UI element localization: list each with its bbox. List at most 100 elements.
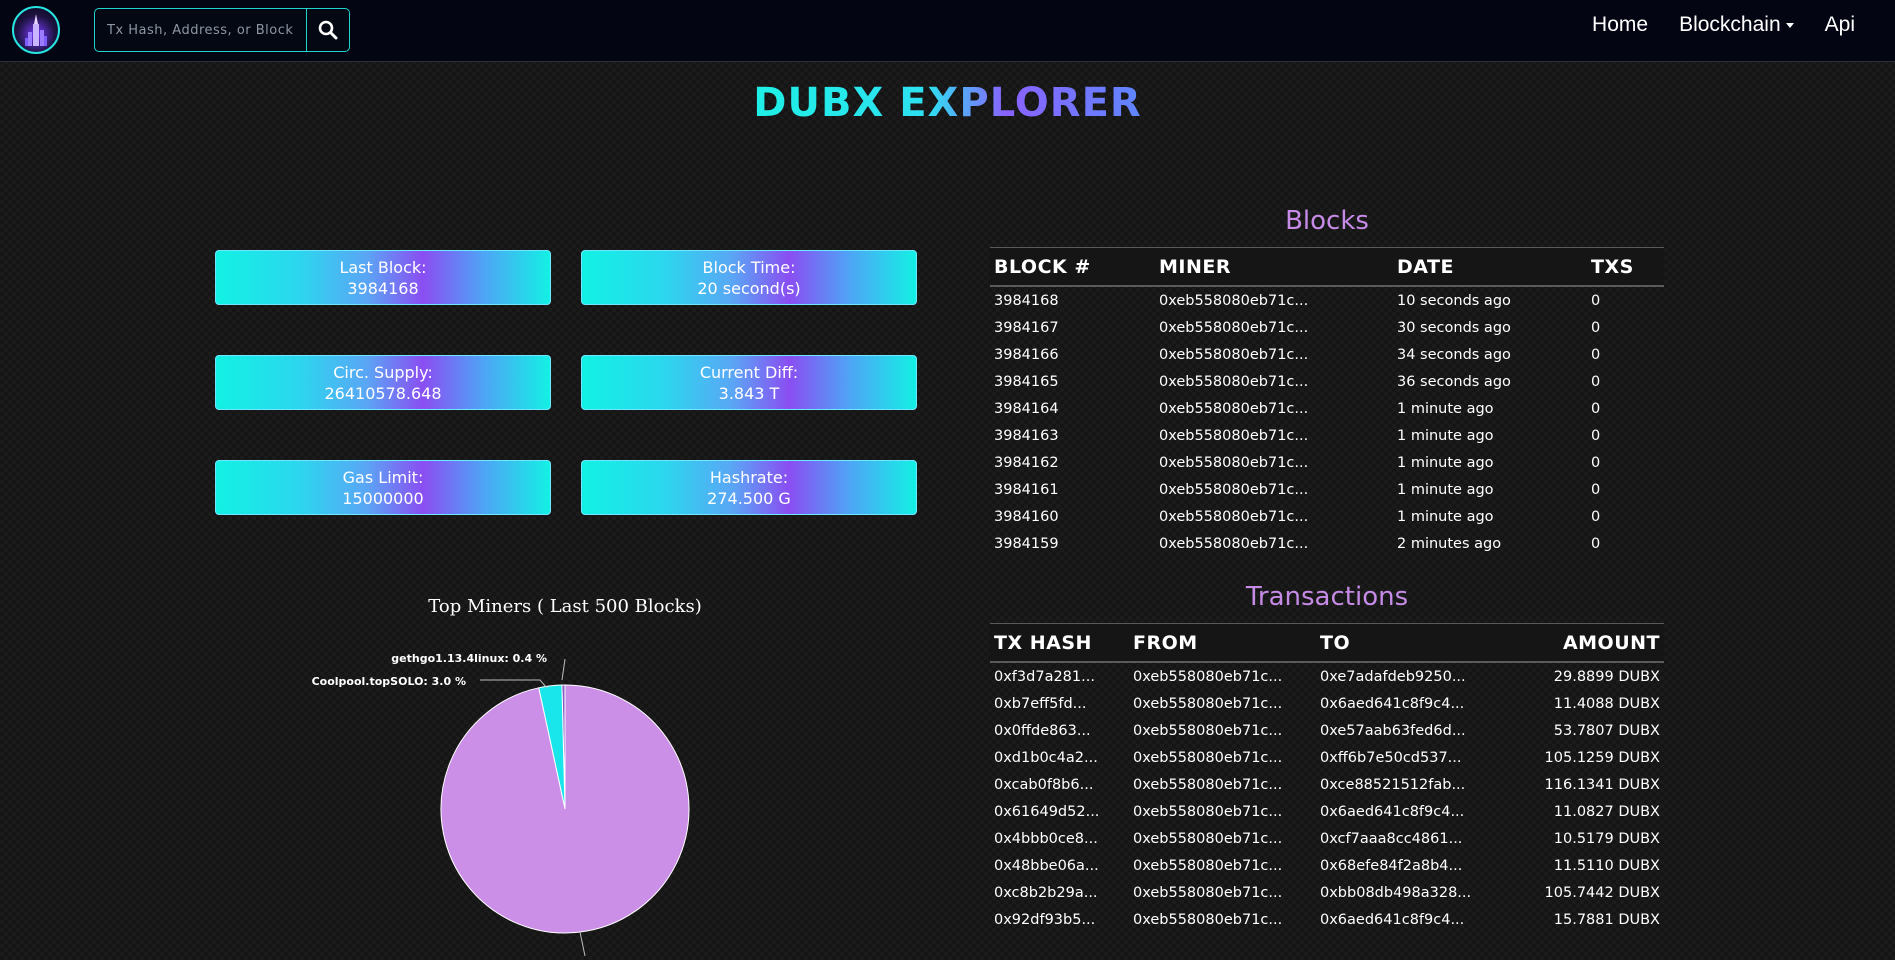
tx-hash-link[interactable]: 0x61649d52... (990, 798, 1129, 825)
block-number-link[interactable]: 3984163 (990, 422, 1155, 449)
col-header-from: FROM (1129, 623, 1316, 663)
page-title: DUBX EXPLORER (0, 80, 1895, 126)
block-txs: 0 (1591, 535, 1601, 552)
tx-from: 0xeb558080eb71c... (1133, 695, 1283, 712)
block-number-link[interactable]: 3984164 (990, 395, 1155, 422)
tx-to: 0xce88521512fab... (1320, 776, 1466, 793)
search-input[interactable] (95, 9, 306, 51)
tx-hash-link[interactable]: 0x4bbb0ce8... (990, 825, 1129, 852)
tx-hash-link[interactable]: 0x92df93b5... (990, 906, 1129, 933)
col-header-block: BLOCK # (990, 247, 1155, 287)
col-header-amount: AMOUNT (1516, 623, 1664, 663)
tx-hash-link[interactable]: 0x0ffde863... (990, 717, 1129, 744)
tx-hash-link[interactable]: 0xcab0f8b6... (990, 771, 1129, 798)
tx-from: 0xeb558080eb71c... (1133, 911, 1283, 928)
block-row: 3984167 0xeb558080eb71c... 30 seconds ago 0 (990, 314, 1664, 341)
pie-leader-line (579, 931, 586, 957)
stat-label: Gas Limit: (342, 468, 424, 487)
col-header-tx-hash: TX HASH (990, 623, 1129, 663)
block-number-link[interactable]: 3984166 (990, 341, 1155, 368)
blocks-title: Blocks (1285, 206, 1369, 236)
col-header-miner: MINER (1155, 247, 1393, 287)
tx-to: 0xe57aab63fed6d... (1320, 722, 1466, 739)
block-miner: 0xeb558080eb71c... (1159, 454, 1309, 471)
stat-label: Block Time: (702, 258, 796, 277)
block-number-link[interactable]: 3984165 (990, 368, 1155, 395)
transaction-row: 0x0ffde863... 0xeb558080eb71c... 0xe57aab6… (990, 717, 1664, 744)
nav-home[interactable]: Home (1592, 13, 1648, 37)
block-row: 3984163 0xeb558080eb71c... 1 minute ago 0 (990, 422, 1664, 449)
tx-to: 0xbb08db498a328... (1320, 884, 1472, 901)
block-row: 3984161 0xeb558080eb71c... 1 minute ago 0 (990, 476, 1664, 503)
nav-api[interactable]: Api (1825, 13, 1855, 37)
block-txs: 0 (1591, 454, 1601, 471)
block-row: 3984166 0xeb558080eb71c... 34 seconds ago 0 (990, 341, 1664, 368)
block-row: 3984162 0xeb558080eb71c... 1 minute ago 0 (990, 449, 1664, 476)
stat-value: 3.843 T (718, 384, 780, 403)
blocks-table: BLOCK # MINER DATE TXS 3984168 0xeb558080… (990, 247, 1664, 557)
tx-hash-link[interactable]: 0xb7eff5fd... (990, 690, 1129, 717)
tower-logo-icon (25, 14, 47, 46)
tx-from: 0xeb558080eb71c... (1133, 884, 1283, 901)
transactions-title: Transactions (1245, 582, 1409, 612)
tx-hash-link[interactable]: 0xf3d7a281... (990, 662, 1129, 690)
stat-label: Last Block: (339, 258, 427, 277)
block-date: 2 minutes ago (1397, 535, 1502, 552)
block-miner: 0xeb558080eb71c... (1159, 346, 1309, 363)
stat-card-hashrate: Hashrate: 274.500 G (581, 460, 917, 515)
block-row: 3984159 0xeb558080eb71c... 2 minutes ago 0 (990, 530, 1664, 557)
tx-hash-link[interactable]: 0xd1b0c4a2... (990, 744, 1129, 771)
block-number-link[interactable]: 3984168 (990, 286, 1155, 314)
tx-amount: 11.5110 DUBX (1553, 857, 1660, 874)
tx-amount: 11.0827 DUBX (1553, 803, 1660, 820)
block-date: 1 minute ago (1397, 454, 1494, 471)
block-txs: 0 (1591, 292, 1601, 309)
nav-blockchain-dropdown[interactable]: Blockchain (1679, 13, 1794, 37)
tx-from: 0xeb558080eb71c... (1133, 803, 1283, 820)
transaction-row: 0xc8b2b29a... 0xeb558080eb71c... 0xbb08db4… (990, 879, 1664, 906)
block-number-link[interactable]: 3984167 (990, 314, 1155, 341)
block-number-link[interactable]: 3984160 (990, 503, 1155, 530)
tx-amount: 116.1341 DUBX (1544, 776, 1660, 793)
tx-hash-link[interactable]: 0xc8b2b29a... (990, 879, 1129, 906)
tx-from: 0xeb558080eb71c... (1133, 830, 1283, 847)
page-title-text: DUBX EXPLORER (753, 80, 1142, 126)
block-miner: 0xeb558080eb71c... (1159, 508, 1309, 525)
transaction-row: 0x4bbb0ce8... 0xeb558080eb71c... 0xcf7aaa8… (990, 825, 1664, 852)
block-date: 30 seconds ago (1397, 319, 1511, 336)
navbar: Home Blockchain Api (0, 0, 1895, 62)
tx-to: 0xe7adafdeb9250... (1320, 668, 1466, 685)
transaction-row: 0xb7eff5fd... 0xeb558080eb71c... 0x6aed641… (990, 690, 1664, 717)
block-txs: 0 (1591, 319, 1601, 336)
transaction-row: 0xcab0f8b6... 0xeb558080eb71c... 0xce88521… (990, 771, 1664, 798)
block-date: 10 seconds ago (1397, 292, 1511, 309)
logo[interactable] (12, 6, 60, 54)
tx-hash-link[interactable]: 0x48bbe06a... (990, 852, 1129, 879)
block-number-link[interactable]: 3984159 (990, 530, 1155, 557)
tx-amount: 10.5179 DUBX (1553, 830, 1660, 847)
block-txs: 0 (1591, 400, 1601, 417)
pie-chart: gethgo1.13.4linux: 0.4 % Coolpool.topSOL… (300, 640, 720, 960)
pie-slice-label: Coolpool.topSOLO: 3.0 % (312, 675, 466, 688)
tx-amount: 105.7442 DUBX (1544, 884, 1660, 901)
pie-chart-title: Top Miners ( Last 500 Blocks) (428, 596, 702, 617)
tx-to: 0x6aed641c8f9c4... (1320, 803, 1465, 820)
tx-amount: 105.1259 DUBX (1544, 749, 1660, 766)
transaction-row: 0x48bbe06a... 0xeb558080eb71c... 0x68efe84… (990, 852, 1664, 879)
block-txs: 0 (1591, 346, 1601, 363)
block-number-link[interactable]: 3984162 (990, 449, 1155, 476)
search-button[interactable] (305, 9, 349, 51)
tx-from: 0xeb558080eb71c... (1133, 722, 1283, 739)
block-row: 3984160 0xeb558080eb71c... 1 minute ago 0 (990, 503, 1664, 530)
blocks-header-row: BLOCK # MINER DATE TXS (990, 247, 1664, 287)
chevron-down-icon (1785, 22, 1794, 28)
col-header-txs: TXS (1587, 247, 1664, 287)
stat-value: 26410578.648 (324, 384, 442, 403)
block-miner: 0xeb558080eb71c... (1159, 373, 1309, 390)
block-date: 36 seconds ago (1397, 373, 1511, 390)
block-txs: 0 (1591, 373, 1601, 390)
block-number-link[interactable]: 3984161 (990, 476, 1155, 503)
block-date: 1 minute ago (1397, 400, 1494, 417)
block-row: 3984168 0xeb558080eb71c... 10 seconds ago 0 (990, 286, 1664, 314)
block-date: 1 minute ago (1397, 427, 1494, 444)
